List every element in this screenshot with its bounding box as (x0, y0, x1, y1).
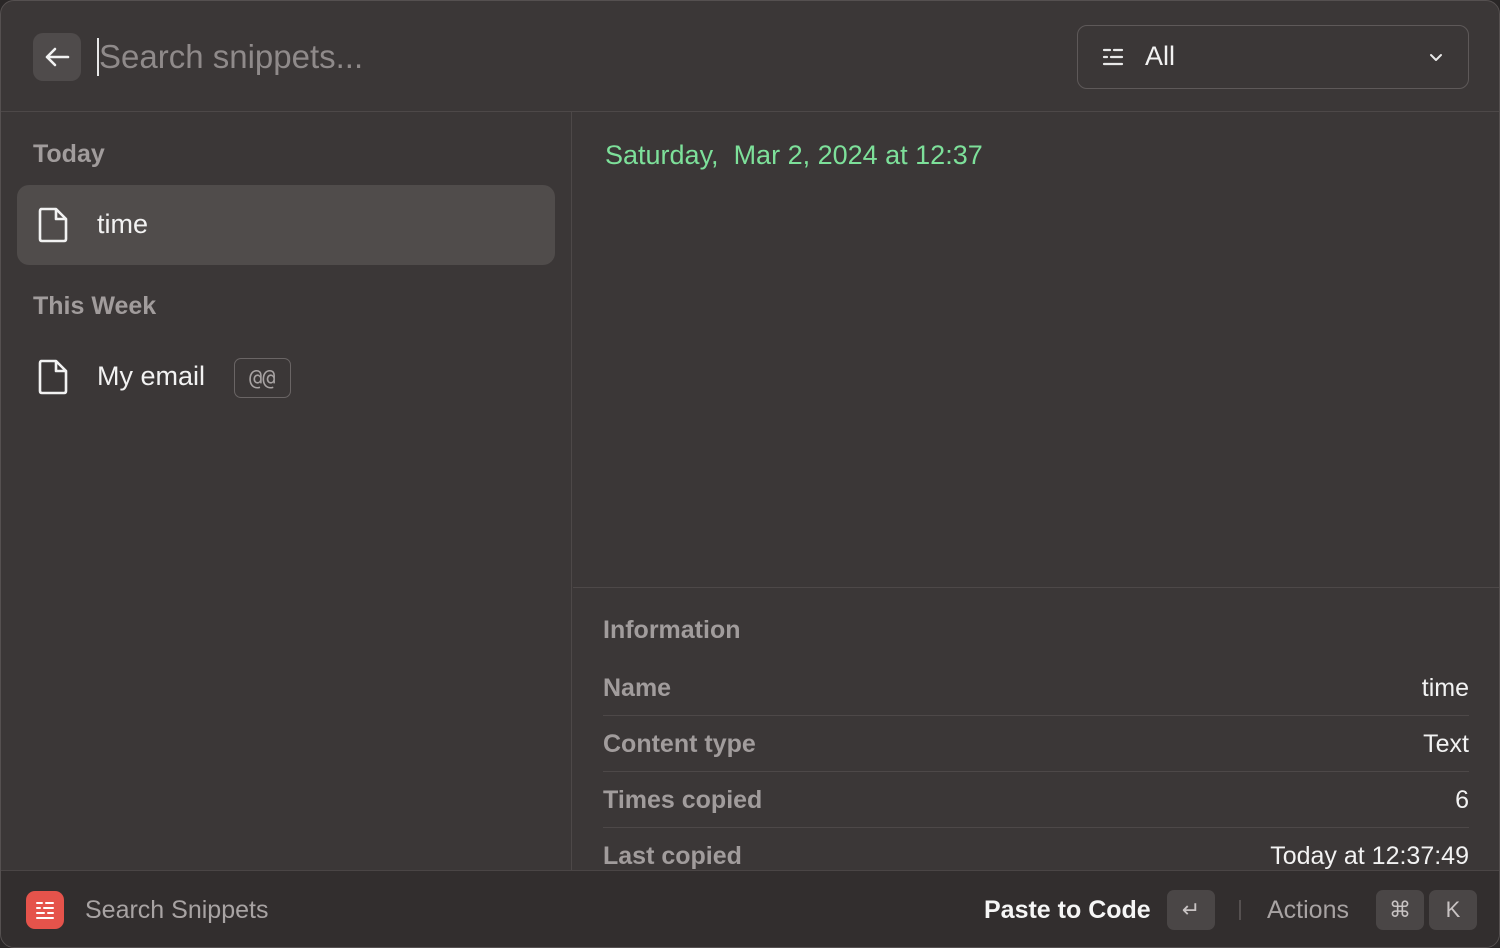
list-item[interactable]: My email @@ (17, 337, 555, 417)
section-header-this-week: This Week (33, 292, 157, 320)
search-bar: All (1, 1, 1499, 112)
paste-to-code-button[interactable]: Paste to Code (984, 896, 1151, 925)
document-icon (38, 207, 68, 243)
info-key: Times copied (603, 786, 763, 814)
enter-key-hint: ↵ (1167, 890, 1215, 930)
list-item[interactable]: time (17, 185, 555, 265)
search-input[interactable] (99, 38, 959, 76)
search-field[interactable] (97, 31, 997, 83)
information-panel: Information Name time Content type Text … (573, 587, 1499, 870)
info-row-times-copied: Times copied 6 (603, 772, 1469, 828)
info-value: 6 (1455, 786, 1469, 814)
list-item-label: My email (97, 361, 206, 391)
snippets-window: All Today time This Week My email @@ Sat… (0, 0, 1500, 948)
action-bar: Search Snippets Paste to Code ↵ Actions … (1, 870, 1499, 947)
back-button[interactable] (33, 33, 81, 81)
arrow-left-icon (45, 47, 70, 67)
action-divider (1239, 900, 1241, 920)
info-value: time (1421, 674, 1469, 702)
filter-dropdown[interactable]: All (1077, 25, 1469, 89)
document-icon (38, 359, 68, 395)
keyword-badge: @@ (234, 358, 291, 398)
snippets-icon (36, 902, 54, 919)
k-key-hint: K (1429, 890, 1477, 930)
detail-pane: Saturday, Mar 2, 2024 at 12:37 Informati… (573, 112, 1499, 870)
info-row-last-copied: Last copied Today at 12:37:49 (603, 828, 1469, 870)
command-title: Search Snippets (85, 896, 269, 924)
snippet-preview: Saturday, Mar 2, 2024 at 12:37 (605, 140, 983, 170)
info-row-content-type: Content type Text (603, 716, 1469, 772)
list-item-label: time (97, 209, 149, 239)
info-value: Text (1423, 730, 1469, 758)
information-title: Information (603, 616, 741, 644)
info-row-name: Name time (603, 660, 1469, 716)
cmd-key-hint: ⌘ (1376, 890, 1424, 930)
section-header-today: Today (33, 140, 105, 168)
actions-button[interactable]: Actions (1267, 896, 1349, 925)
filter-label: All (1145, 41, 1176, 71)
chevron-down-icon (1430, 54, 1442, 61)
snippets-app-icon (26, 891, 64, 929)
info-key: Last copied (603, 842, 742, 870)
info-value: Today at 12:37:49 (1270, 842, 1469, 870)
filter-list-icon (1102, 48, 1124, 66)
info-key: Content type (603, 730, 756, 758)
info-key: Name (603, 674, 672, 702)
snippet-list: Today time This Week My email @@ (1, 112, 572, 870)
